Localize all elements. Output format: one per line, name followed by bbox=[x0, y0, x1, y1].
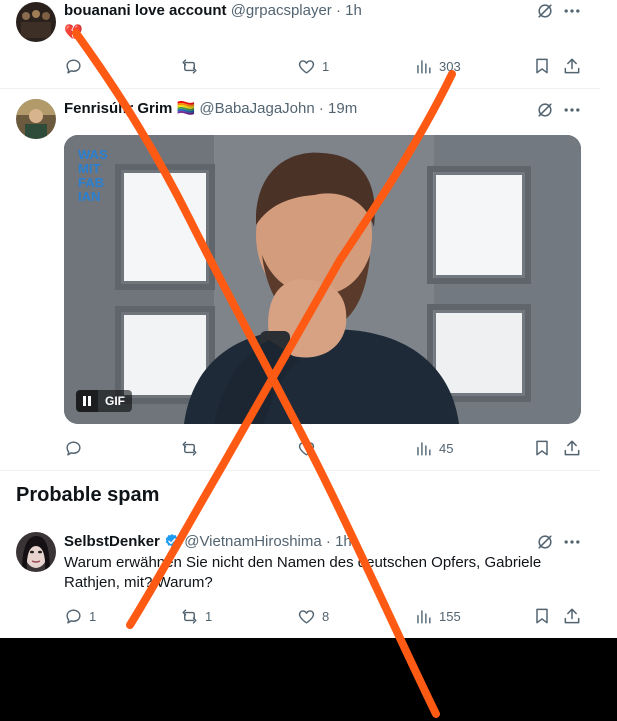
handle[interactable]: @BabaJagaJohn bbox=[199, 100, 314, 117]
reply-count: 1 bbox=[89, 608, 97, 624]
pause-icon[interactable] bbox=[76, 390, 98, 412]
tweet-header: Fenrisúlfr Grim 🏳️‍🌈 @BabaJagaJohn · 19m bbox=[64, 99, 357, 119]
like-count: 1 bbox=[322, 58, 330, 74]
like-button[interactable]: 8 bbox=[297, 605, 329, 627]
views-icon bbox=[417, 59, 431, 74]
tweet-text: Warum erwähnen Sie nicht den Namen des d… bbox=[64, 553, 584, 593]
grok-icon[interactable] bbox=[534, 0, 556, 22]
reply-button[interactable]: 1 bbox=[64, 605, 96, 627]
separator: · bbox=[325, 533, 331, 550]
gif-badge[interactable]: GIF bbox=[76, 390, 132, 412]
handle[interactable]: @VietnamHiroshima bbox=[184, 533, 322, 550]
retweet-icon bbox=[182, 440, 197, 456]
tweet-text-line: Rathjen, mit? Warum? bbox=[64, 574, 213, 591]
scroll-gutter bbox=[600, 0, 617, 638]
display-name[interactable]: Fenrisúlfr Grim 🏳️‍🌈 bbox=[64, 100, 195, 117]
logo-line: FAB bbox=[78, 175, 104, 190]
bookmark-icon[interactable] bbox=[531, 605, 553, 627]
like-icon bbox=[298, 59, 315, 74]
views-count: 303 bbox=[439, 58, 461, 74]
like-icon bbox=[298, 441, 315, 456]
retweet-count: 1 bbox=[205, 608, 213, 624]
more-icon[interactable] bbox=[561, 99, 583, 121]
display-name[interactable]: SelbstDenker bbox=[64, 533, 160, 550]
tweet-header: bouanani love account @grpacsplayer · 1h bbox=[64, 1, 362, 21]
views-button[interactable]: 45 bbox=[414, 437, 453, 459]
tweet-text: 💔 bbox=[64, 24, 83, 41]
timeline-feed: bouanani love account @grpacsplayer · 1h… bbox=[0, 0, 600, 638]
timestamp[interactable]: 1h bbox=[345, 2, 362, 19]
avatar[interactable] bbox=[16, 2, 56, 42]
avatar[interactable] bbox=[16, 99, 56, 139]
retweet-button[interactable] bbox=[180, 55, 205, 77]
timestamp[interactable]: 19m bbox=[328, 100, 357, 117]
tweet-1[interactable]: bouanani love account @grpacsplayer · 1h… bbox=[0, 0, 600, 88]
gif-frame-image: WAS MIT FAB IAN bbox=[64, 135, 581, 424]
retweet-icon bbox=[182, 608, 197, 624]
retweet-button[interactable] bbox=[180, 437, 205, 459]
tweet-text-line: Warum erwähnen Sie nicht den Namen des d… bbox=[64, 554, 542, 571]
views-icon bbox=[417, 609, 431, 624]
bookmark-icon[interactable] bbox=[531, 55, 553, 77]
section-heading: Probable spam bbox=[16, 484, 160, 506]
grok-icon[interactable] bbox=[534, 99, 556, 121]
gif-media[interactable]: WAS MIT FAB IAN GIF bbox=[64, 135, 581, 424]
grok-icon[interactable] bbox=[534, 531, 556, 553]
views-button[interactable]: 155 bbox=[414, 605, 461, 627]
divider bbox=[0, 470, 600, 471]
like-button[interactable]: 1 bbox=[297, 55, 329, 77]
separator: · bbox=[335, 2, 341, 19]
display-name[interactable]: bouanani love account bbox=[64, 2, 227, 19]
logo-line: WAS bbox=[78, 147, 108, 162]
share-icon[interactable] bbox=[561, 605, 583, 627]
avatar[interactable] bbox=[16, 532, 56, 572]
more-icon[interactable] bbox=[561, 531, 583, 553]
gif-label: GIF bbox=[98, 390, 132, 412]
handle[interactable]: @grpacsplayer bbox=[231, 2, 332, 19]
more-icon[interactable] bbox=[561, 0, 583, 22]
reply-button[interactable] bbox=[64, 55, 89, 77]
separator: · bbox=[318, 100, 324, 117]
timestamp[interactable]: 1h bbox=[335, 533, 352, 550]
reply-button[interactable] bbox=[64, 437, 89, 459]
retweet-icon bbox=[182, 58, 197, 74]
views-count: 155 bbox=[439, 608, 461, 624]
verified-badge-icon bbox=[165, 534, 179, 547]
share-icon[interactable] bbox=[561, 437, 583, 459]
views-icon bbox=[417, 441, 431, 456]
like-count: 8 bbox=[322, 608, 330, 624]
logo-line: MIT bbox=[78, 161, 100, 176]
like-button[interactable] bbox=[297, 437, 322, 459]
tweet-header: SelbstDenker @VietnamHiroshima · 1h bbox=[64, 532, 352, 552]
views-count: 45 bbox=[439, 440, 454, 456]
bottom-black-band bbox=[0, 638, 617, 721]
views-button[interactable]: 303 bbox=[414, 55, 461, 77]
reply-icon bbox=[66, 58, 81, 74]
share-icon[interactable] bbox=[561, 55, 583, 77]
reply-icon bbox=[66, 608, 81, 624]
reply-icon bbox=[66, 440, 81, 456]
retweet-button[interactable]: 1 bbox=[180, 605, 212, 627]
bookmark-icon[interactable] bbox=[531, 437, 553, 459]
like-icon bbox=[298, 609, 315, 624]
logo-line: IAN bbox=[78, 189, 100, 204]
